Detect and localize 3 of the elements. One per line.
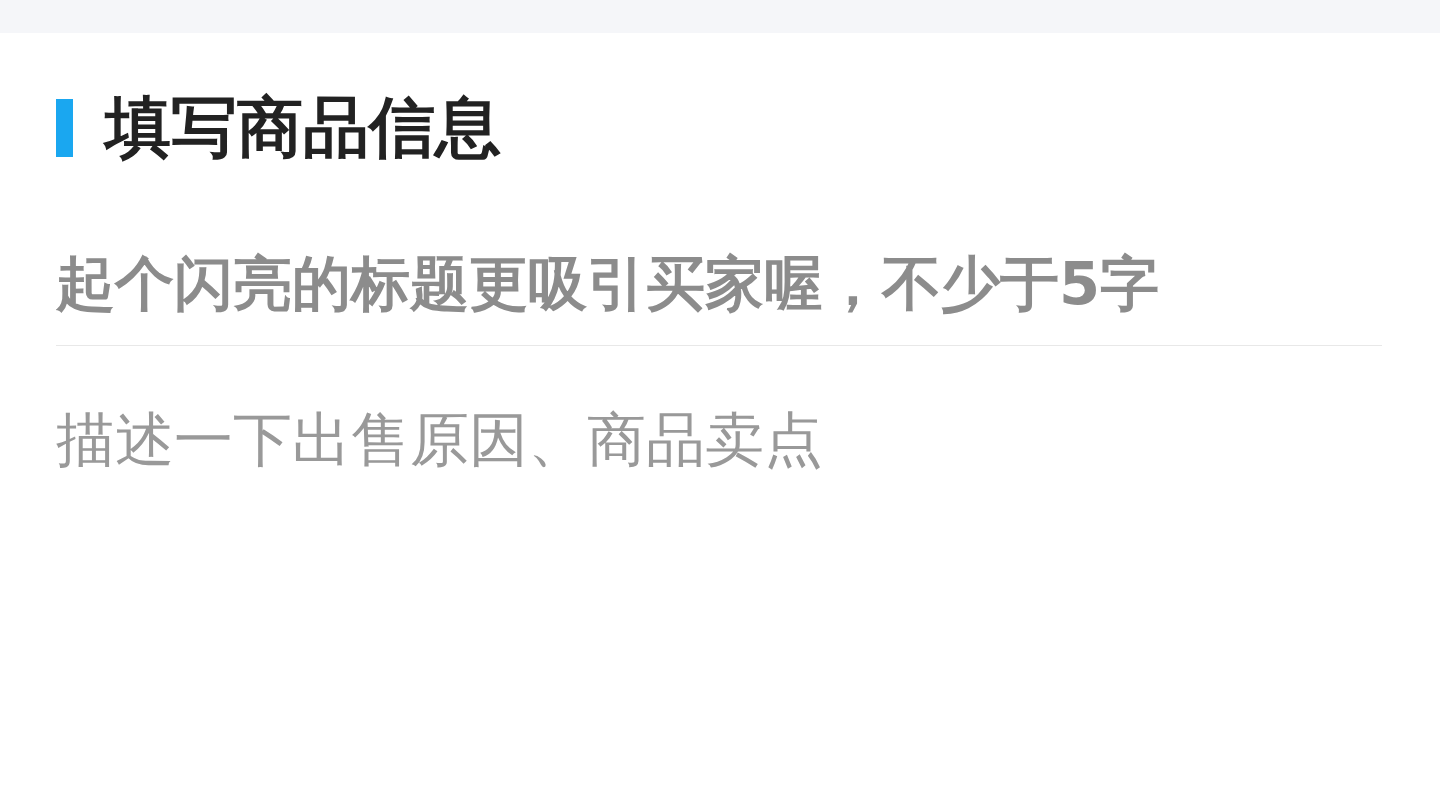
description-field[interactable]: 描述一下出售原因、商品卖点 bbox=[56, 402, 1382, 492]
accent-bar bbox=[56, 99, 73, 157]
section-title: 填写商品信息 bbox=[105, 95, 501, 161]
